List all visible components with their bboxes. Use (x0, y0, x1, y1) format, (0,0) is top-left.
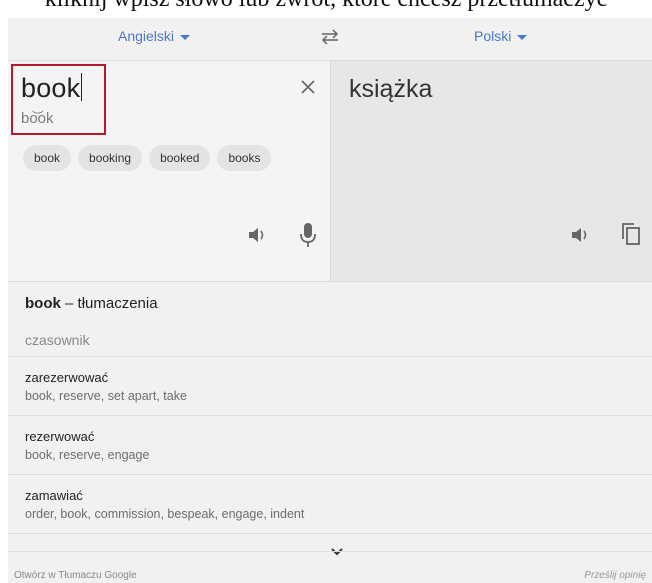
dictionary-entry[interactable]: rezerwować book, reserve, engage (8, 415, 652, 474)
divider (8, 533, 652, 535)
send-feedback-link[interactable]: Prześlij opinię (584, 570, 646, 581)
swap-languages-icon[interactable] (318, 27, 342, 47)
speaker-icon[interactable] (569, 223, 593, 247)
dictionary-word: book (25, 295, 61, 312)
suggestion-chip[interactable]: booked (149, 145, 211, 171)
source-language-label: Angielski (118, 28, 175, 44)
footer: Otwórz w Tłumaczu Google Prześlij opinię (8, 551, 652, 583)
entry-word: zamawiać (25, 488, 83, 503)
entry-word: zarezerwować (25, 370, 109, 385)
target-language-selector[interactable]: Polski (474, 28, 528, 44)
text-cursor (81, 73, 83, 101)
dictionary-entry[interactable]: zamawiać order, book, commission, bespea… (8, 474, 652, 533)
source-pane: book bo͝ok book booking booked books (8, 61, 331, 281)
source-language-selector[interactable]: Angielski (118, 28, 191, 44)
chevron-down-icon (517, 34, 528, 40)
language-bar: Angielski Polski (8, 18, 652, 60)
source-input-text: book (21, 73, 81, 103)
suggestion-chip[interactable]: booking (78, 145, 143, 171)
target-language-label: Polski (474, 28, 512, 44)
entry-synonyms: book, reserve, engage (25, 448, 150, 462)
dictionary-heading: book – tłumaczenia (25, 295, 158, 312)
entry-synonyms: order, book, commission, bespeak, engage… (25, 507, 305, 521)
instruction-caption: kliknij wpisz słowo lub zwrot, które chc… (0, 0, 652, 18)
dictionary-section: book – tłumaczenia czasownik zarezerwowa… (8, 281, 652, 556)
dictionary-heading-suffix: – tłumaczenia (65, 295, 158, 312)
translate-widget: Angielski Polski book bo͝ok book booking… (8, 18, 652, 583)
close-icon[interactable] (298, 77, 318, 97)
speaker-icon[interactable] (246, 223, 270, 247)
entry-word: rezerwować (25, 429, 95, 444)
entry-synonyms: book, reserve, set apart, take (25, 389, 187, 403)
suggestion-chip[interactable]: books (217, 145, 272, 171)
copy-icon[interactable] (620, 221, 642, 247)
suggestion-chips: book booking booked books (23, 145, 272, 171)
translation-output: książka (349, 75, 433, 103)
source-input[interactable]: book (21, 73, 83, 104)
open-in-google-translate-link[interactable]: Otwórz w Tłumaczu Google (14, 570, 137, 581)
phonetic-transcription: bo͝ok (21, 110, 54, 127)
part-of-speech: czasownik (25, 332, 90, 348)
dictionary-entry[interactable]: zarezerwować book, reserve, set apart, t… (8, 356, 652, 415)
microphone-icon[interactable] (298, 221, 318, 249)
chevron-down-icon (180, 34, 191, 40)
target-pane: książka (331, 61, 652, 281)
suggestion-chip[interactable]: book (23, 145, 72, 171)
translation-panes: book bo͝ok book booking booked books ksi… (8, 60, 652, 282)
